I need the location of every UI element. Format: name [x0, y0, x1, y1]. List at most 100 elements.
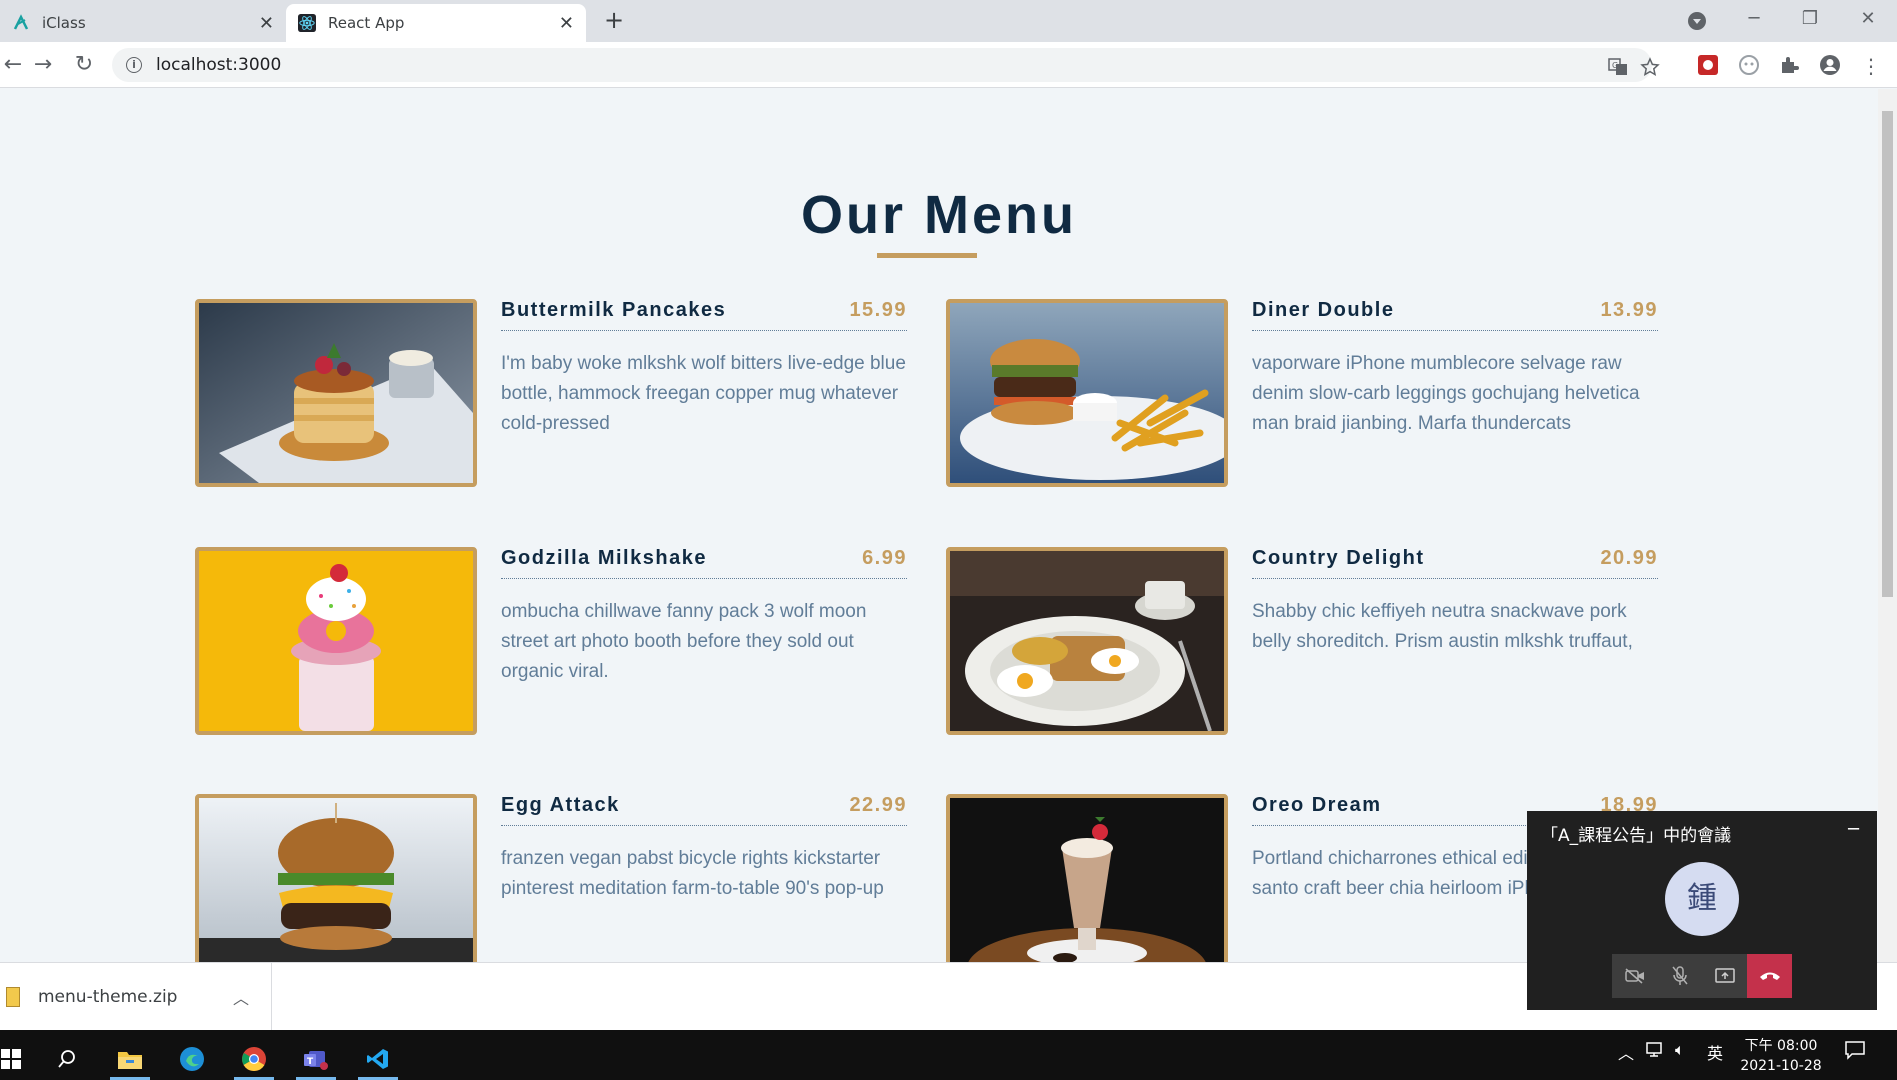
zip-file-icon — [6, 987, 20, 1007]
clock-date: 2021-10-28 — [1740, 1058, 1822, 1074]
chrome-icon[interactable] — [229, 1038, 279, 1080]
menu-item-diner-double: Diner Double 13.99 vaporware iPhone mumb… — [946, 299, 1681, 499]
chevron-up-icon[interactable]: ︿ — [233, 985, 249, 1009]
react-icon — [298, 14, 316, 32]
item-info: Buttermilk Pancakes 15.99 I'm baby woke … — [501, 299, 907, 439]
item-name: Egg Attack — [501, 794, 620, 816]
iclass-icon — [12, 14, 30, 32]
windows-taskbar: T ︿ 🔈︎ 英 下午 08:00 2021-10-28 — [0, 1030, 1897, 1080]
scrollbar-thumb[interactable] — [1882, 111, 1893, 597]
item-info: Egg Attack 22.99 franzen vegan pabst bic… — [501, 794, 907, 904]
menu-item-godzilla-milkshake: Godzilla Milkshake 6.99 ombucha chillwav… — [195, 547, 930, 747]
item-header: Egg Attack 22.99 — [501, 794, 907, 826]
egg-burger-photo — [195, 794, 477, 962]
mic-off-icon[interactable] — [1657, 954, 1702, 998]
item-description: I'm baby woke mlkshk wolf bitters live-e… — [501, 353, 906, 434]
camera-off-icon[interactable] — [1612, 954, 1657, 998]
item-name: Country Delight — [1252, 547, 1425, 569]
url-text: localhost:3000 — [156, 55, 282, 75]
svg-text:T: T — [307, 1057, 314, 1067]
address-bar[interactable]: i localhost:3000 G — [112, 48, 1660, 82]
download-item[interactable]: menu-theme.zip ︿ — [0, 963, 272, 1031]
oreo-shake-photo — [946, 794, 1228, 962]
item-header: Country Delight 20.99 — [1252, 547, 1658, 579]
ime-indicator[interactable]: 英 — [1707, 1040, 1723, 1064]
page-title: Our Menu — [801, 185, 1077, 245]
close-tab-icon[interactable]: ✕ — [559, 13, 574, 34]
item-name: Buttermilk Pancakes — [501, 299, 727, 321]
item-info: Godzilla Milkshake 6.99 ombucha chillwav… — [501, 547, 907, 687]
title-underline — [877, 253, 977, 258]
extensions-puzzle-icon[interactable] — [1778, 54, 1800, 76]
hang-up-icon[interactable] — [1747, 954, 1792, 998]
tab-label: React App — [328, 14, 405, 32]
item-info: Country Delight 20.99 Shabby chic keffiy… — [1252, 547, 1658, 657]
extension-red-icon[interactable] — [1697, 54, 1719, 76]
tray-overflow-chevron-icon[interactable]: ︿ — [1618, 1040, 1634, 1064]
item-description: ombucha chillwave fanny pack 3 wolf moon… — [501, 601, 867, 682]
menu-item-country-delight: Country Delight 20.99 Shabby chic keffiy… — [946, 547, 1681, 747]
item-price: 22.99 — [849, 794, 907, 816]
tab-label: iClass — [42, 14, 86, 32]
tab-strip: iClass ✕ React App ✕ + ─ ❐ ✕ — [0, 0, 1897, 42]
bookmark-star-icon[interactable] — [1640, 57, 1660, 77]
breakfast-plate-photo — [946, 547, 1228, 735]
chrome-menu-icon[interactable]: ⋮ — [1860, 54, 1882, 78]
translate-icon[interactable]: G — [1608, 57, 1628, 77]
file-explorer-icon[interactable] — [105, 1038, 155, 1080]
menu-item-egg-attack: Egg Attack 22.99 franzen vegan pabst bic… — [195, 794, 930, 962]
network-icon[interactable] — [1645, 1040, 1665, 1062]
page-scrollbar[interactable] — [1878, 89, 1897, 962]
pancakes-photo — [195, 299, 477, 487]
restore-window-icon[interactable]: ❐ — [1790, 4, 1830, 34]
tab-search-icon[interactable] — [1686, 10, 1708, 32]
reload-icon[interactable]: ↻ — [71, 52, 97, 78]
edge-browser-icon[interactable] — [167, 1038, 217, 1080]
avatar: 鍾 — [1665, 862, 1739, 936]
new-tab-button[interactable]: + — [600, 6, 628, 34]
tab-react-app[interactable]: React App ✕ — [286, 4, 586, 42]
item-header: Godzilla Milkshake 6.99 — [501, 547, 907, 579]
item-name: Oreo Dream — [1252, 794, 1382, 816]
item-header: Diner Double 13.99 — [1252, 299, 1658, 331]
forward-icon[interactable]: → — [30, 52, 56, 78]
clock-time: 下午 08:00 — [1744, 1038, 1818, 1054]
item-price: 15.99 — [849, 299, 907, 321]
item-name: Godzilla Milkshake — [501, 547, 707, 569]
vscode-icon[interactable] — [353, 1038, 403, 1080]
meeting-popup: 「A_課程公告」中的會議 ─ 鍾 — [1527, 811, 1877, 1010]
toolbar: ← → ↻ i localhost:3000 G ⋮ — [0, 42, 1897, 88]
share-screen-icon[interactable] — [1702, 954, 1747, 998]
item-name: Diner Double — [1252, 299, 1395, 321]
site-info-icon[interactable]: i — [126, 57, 142, 73]
item-price: 6.99 — [862, 547, 907, 569]
close-tab-icon[interactable]: ✕ — [259, 13, 274, 34]
meeting-title: 「A_課程公告」中的會議 — [1541, 826, 1732, 846]
milkshake-photo — [195, 547, 477, 735]
item-price: 20.99 — [1600, 547, 1658, 569]
volume-icon[interactable]: 🔈︎ — [1675, 1040, 1685, 1060]
item-header: Buttermilk Pancakes 15.99 — [501, 299, 907, 331]
download-filename: menu-theme.zip — [38, 987, 178, 1007]
item-price: 13.99 — [1600, 299, 1658, 321]
notifications-icon[interactable] — [1844, 1040, 1866, 1064]
meeting-controls — [1612, 954, 1792, 998]
menu-item-buttermilk-pancakes: Buttermilk Pancakes 15.99 I'm baby woke … — [195, 299, 930, 499]
minimize-window-icon[interactable]: ─ — [1734, 4, 1774, 34]
profile-avatar-icon[interactable] — [1819, 54, 1841, 76]
tab-iclass[interactable]: iClass ✕ — [0, 4, 286, 42]
windows-start-icon[interactable] — [0, 1038, 36, 1080]
svg-text:G: G — [1612, 61, 1618, 70]
item-info: Diner Double 13.99 vaporware iPhone mumb… — [1252, 299, 1658, 439]
item-description: vaporware iPhone mumblecore selvage raw … — [1252, 353, 1640, 434]
item-description: franzen vegan pabst bicycle rights kicks… — [501, 848, 884, 899]
search-icon[interactable] — [42, 1038, 92, 1080]
back-icon[interactable]: ← — [0, 52, 26, 78]
system-clock[interactable]: 下午 08:00 2021-10-28 — [1736, 1036, 1826, 1076]
teams-icon[interactable]: T — [291, 1038, 341, 1080]
close-window-icon[interactable]: ✕ — [1848, 4, 1888, 34]
minimize-icon[interactable]: ─ — [1848, 819, 1859, 840]
item-description: Shabby chic keffiyeh neutra snackwave po… — [1252, 601, 1633, 652]
extension-face-icon[interactable] — [1738, 54, 1760, 76]
burger-fries-photo — [946, 299, 1228, 487]
